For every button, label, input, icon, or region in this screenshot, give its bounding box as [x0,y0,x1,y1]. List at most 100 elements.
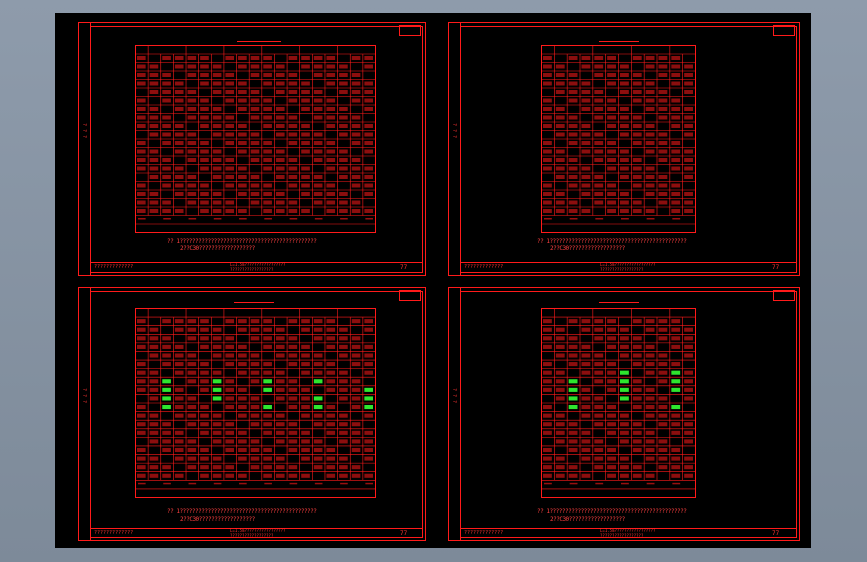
cell-value-mark [187,200,197,205]
cell-value-mark [313,327,323,332]
cell-value-mark [607,192,616,196]
cell-value-mark [620,387,629,392]
cell-value-mark [568,141,578,145]
cell-value-mark [313,362,323,367]
cell-value-mark [594,405,604,410]
cell-value-mark [275,439,285,444]
cell-value-mark [620,124,629,128]
cell-value-mark [263,422,272,427]
cell-value-mark [645,81,655,86]
cell-value-mark [326,98,336,103]
cell-value-mark [632,430,642,435]
drawing-sheet-bottom-right[interactable]: ? ? ? ?? 1??????????????????????????????… [448,287,800,541]
cell-value-mark [187,456,197,461]
cell-value-mark [301,107,310,111]
cell-value-mark [568,405,578,410]
drawing-sheet-top-right[interactable]: ? ? ? ?? 1??????????????????????????????… [448,22,800,276]
cell-value-mark [555,81,565,86]
cell-value-mark [594,396,604,401]
cell-value-mark [313,200,323,205]
cell-value-mark [301,353,310,358]
cell-value-mark [263,319,272,324]
cell-value-mark [581,439,591,444]
cell-value-mark [326,413,336,418]
cell-value-mark [225,353,235,358]
cell-value-mark [238,98,247,103]
cell-value-mark [326,115,336,120]
cell-value-mark [263,56,272,60]
cell-value-mark [364,166,373,171]
cell-value-mark [149,175,159,179]
cell-value-mark [275,353,285,358]
drawing-sheet-top-left[interactable]: ? ? ? ?? 1??????????????????????????????… [78,22,426,276]
cell-value-mark [250,319,260,324]
cell-value-mark [137,192,146,196]
cell-value-mark [594,132,604,137]
cell-value-mark [149,209,159,213]
cell-value-mark [149,430,159,435]
table-title [599,37,639,42]
cell-value-mark [671,98,681,103]
cell-value-mark [658,353,668,358]
cell-value-mark [301,166,310,171]
cell-value-mark [174,447,184,453]
cell-value-mark [581,124,591,128]
cell-value-mark [684,124,693,128]
binding-strip-label: ? ? ? [81,388,87,404]
cell-value-mark [238,353,247,358]
cell-value-mark [288,344,298,349]
cell-value-mark [364,124,373,128]
cell-value-mark [250,465,260,470]
cell-value-mark [351,379,361,384]
cell-value-mark [684,132,693,137]
cell-value-mark [555,430,565,435]
design-note-line-2: 2??C30?????????????????? [180,516,255,523]
cell-value-mark [326,422,336,427]
cell-value-mark [275,387,285,392]
cell-value-mark [671,107,681,111]
cell-value-mark [632,56,642,60]
cell-value-mark [620,73,629,77]
cell-value-mark [212,336,222,341]
cell-value-mark [149,422,159,427]
cell-value-mark [250,336,260,341]
cell-value-mark [275,396,285,401]
cell-value-mark [200,447,209,453]
cell-value-mark [568,465,578,470]
footer-value-mark [672,482,681,485]
cell-value-mark [200,209,209,213]
footer-value-mark [340,218,348,220]
cell-value-mark [543,362,552,367]
cell-value-mark [607,336,616,341]
cell-value-mark [313,141,323,145]
cell-value-mark [555,353,565,358]
drawing-sheet-bottom-left[interactable]: ? ? ? ?? 1??????????????????????????????… [78,287,426,541]
footer-value-mark [365,482,373,485]
cell-value-mark [250,175,260,179]
cell-value-mark [594,319,604,324]
cell-value-mark [671,387,681,392]
cell-value-mark [658,183,668,188]
cell-value-mark [250,439,260,444]
cell-value-mark [225,183,235,188]
cell-value-mark [632,98,642,103]
cell-value-mark [301,209,310,213]
cell-value-mark [263,107,272,111]
cell-value-mark [288,56,298,60]
cell-value-mark [137,141,146,145]
cell-value-mark [620,81,629,86]
cell-value-mark [326,344,336,349]
cell-value-mark [326,405,336,410]
cell-value-mark [684,473,693,478]
cad-model-space[interactable]: ? ? ? ?? 1??????????????????????????????… [55,13,811,548]
cell-value-mark [555,124,565,128]
cell-value-mark [149,73,159,77]
cell-value-mark [313,107,323,111]
cell-value-mark [671,158,681,162]
cell-value-mark [288,209,298,213]
cell-value-mark [594,447,604,453]
cell-value-mark [671,430,681,435]
cell-value-mark [671,405,681,410]
cell-value-mark [543,166,552,171]
cell-value-mark [238,149,247,154]
